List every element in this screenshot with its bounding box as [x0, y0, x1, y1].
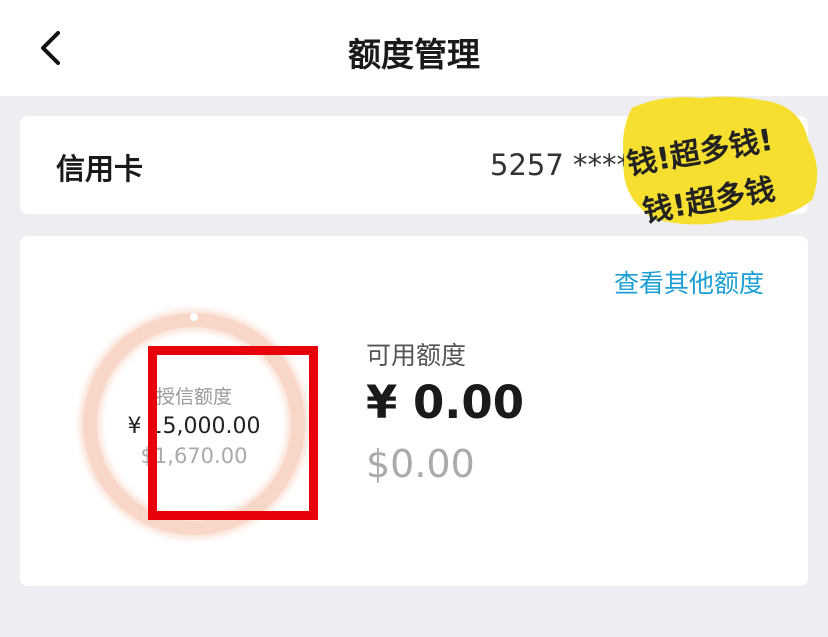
nav-bar: 额度管理 [0, 0, 828, 96]
available-limit-usd: $0.00 [366, 442, 475, 486]
sticker-image: 钱!超多钱! 钱!超多钱 [612, 90, 822, 230]
highlight-box [148, 346, 318, 520]
available-limit-value: ¥ 0.00 [366, 376, 525, 429]
view-other-limits-link[interactable]: 查看其他额度 [614, 264, 764, 300]
card-number: 5257 **** [490, 148, 632, 182]
page-title: 额度管理 [348, 35, 480, 74]
card-type-label: 信用卡 [56, 152, 144, 186]
available-limit-label: 可用额度 [366, 341, 467, 370]
limit-card: 查看其他额度 授信额度 ¥ 15,000.00 $1,670.00 可用额度 ¥… [20, 236, 808, 586]
